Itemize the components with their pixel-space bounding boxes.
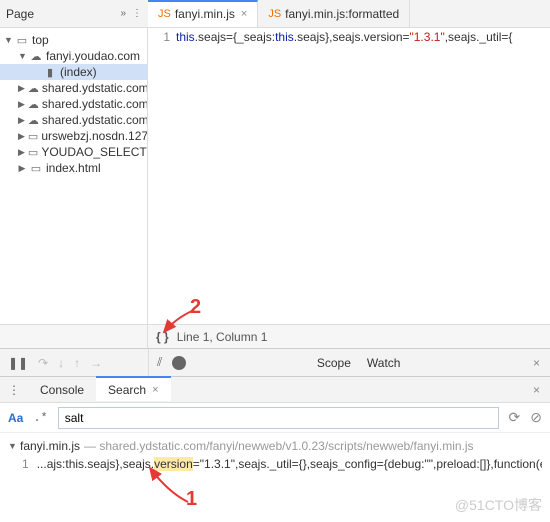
drawer-tab-console[interactable]: Console bbox=[28, 377, 96, 402]
watermark: @51CTO博客 bbox=[455, 495, 542, 515]
tree-node[interactable]: ▶☁shared.ydstatic.com bbox=[0, 80, 147, 96]
tree-node[interactable]: ▮(index) bbox=[0, 64, 147, 80]
line-number: 1 bbox=[148, 30, 176, 324]
js-file-icon: JS bbox=[158, 8, 171, 20]
tree-node[interactable]: ▼▭top bbox=[0, 32, 147, 48]
sidebar-title: Page bbox=[6, 7, 114, 21]
pause-button[interactable]: ❚❚ bbox=[8, 356, 28, 370]
chevron-right-icon[interactable]: » bbox=[120, 8, 126, 19]
pretty-print-button[interactable]: { } bbox=[148, 330, 177, 344]
editor-tabs: JSfanyi.min.js×JSfanyi.min.js:formatted bbox=[148, 0, 410, 27]
tab-watch[interactable]: Watch bbox=[367, 356, 401, 370]
tree-node[interactable]: ▶▭urswebzj.nosdn.127. bbox=[0, 128, 147, 144]
drawer-close-icon[interactable]: × bbox=[523, 383, 550, 397]
close-icon[interactable]: × bbox=[241, 8, 247, 20]
annotation-1: 1 bbox=[186, 488, 197, 511]
tree-node[interactable]: ▶☁shared.ydstatic.com bbox=[0, 112, 147, 128]
regex-button[interactable]: .* bbox=[33, 411, 47, 425]
tree-node[interactable]: ▶☁shared.ydstatic.com bbox=[0, 96, 147, 112]
file-tree: ▼▭top▼☁fanyi.youdao.com▮(index)▶☁shared.… bbox=[0, 28, 148, 324]
tab-fanyi.min.js:formatted[interactable]: JSfanyi.min.js:formatted bbox=[258, 0, 410, 27]
refresh-icon[interactable]: ⟳ bbox=[509, 409, 521, 426]
result-match[interactable]: 1 ...ajs:this.seajs},seajs.version="1.3.… bbox=[8, 455, 542, 473]
result-file[interactable]: ▼ fanyi.min.js — shared.ydstatic.com/fan… bbox=[8, 437, 542, 455]
search-input[interactable] bbox=[58, 407, 499, 429]
pause-exceptions-button[interactable] bbox=[172, 356, 186, 370]
tree-node[interactable]: ▼☁fanyi.youdao.com bbox=[0, 48, 147, 64]
close-icon[interactable]: × bbox=[152, 384, 158, 396]
tab-scope[interactable]: Scope bbox=[317, 356, 351, 370]
drawer-more-icon[interactable]: ⋮ bbox=[0, 383, 28, 397]
tree-node[interactable]: ▶▭YOUDAO_SELECTOR bbox=[0, 144, 147, 160]
drawer-tab-search[interactable]: Search× bbox=[96, 376, 170, 401]
code-line: this.seajs={_seajs:this.seajs},seajs.ver… bbox=[176, 30, 512, 324]
deactivate-breakpoints-button[interactable]: ⫽ bbox=[157, 355, 162, 370]
step-over-button[interactable]: ↷ bbox=[38, 356, 48, 370]
cursor-position: Line 1, Column 1 bbox=[177, 330, 268, 344]
clear-icon[interactable]: ⊘ bbox=[530, 409, 542, 426]
js-file-icon: JS bbox=[268, 8, 281, 20]
code-editor[interactable]: 1 this.seajs={_seajs:this.seajs},seajs.v… bbox=[148, 28, 550, 324]
close-icon[interactable]: × bbox=[523, 356, 550, 370]
more-icon[interactable]: ⋮ bbox=[132, 8, 142, 19]
tree-node[interactable]: ▶▭index.html bbox=[0, 160, 147, 176]
tab-fanyi.min.js[interactable]: JSfanyi.min.js× bbox=[148, 0, 258, 27]
match-case-button[interactable]: Aa bbox=[8, 411, 23, 425]
